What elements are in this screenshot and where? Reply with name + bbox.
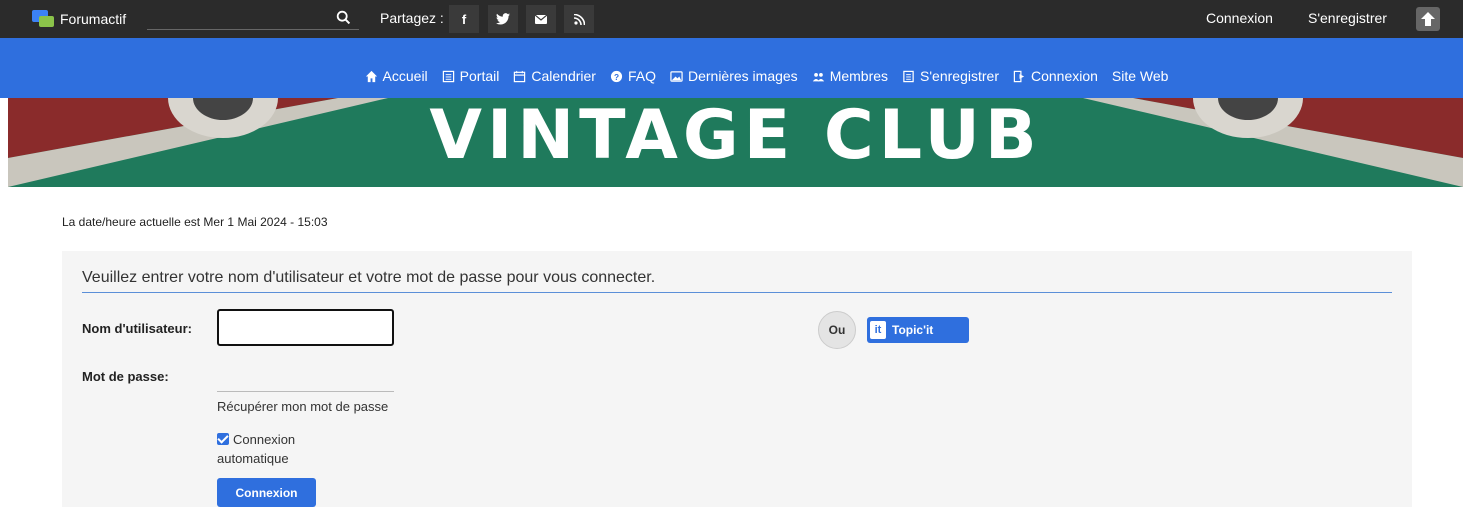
help-icon: ?	[610, 70, 623, 82]
nav-item-dernieres-images[interactable]: Dernières images	[670, 68, 798, 84]
login-panel: Veuillez entrer votre nom d'utilisateur …	[62, 251, 1412, 507]
forumactif-logo-icon	[32, 10, 54, 28]
nav-item-label: Accueil	[382, 68, 428, 84]
svg-text:?: ?	[614, 71, 619, 81]
password-field[interactable]	[217, 372, 394, 392]
nav-item-label: Portail	[459, 68, 500, 84]
header-banner: VINTAGE CLUB	[8, 98, 1463, 187]
nav-item-faq[interactable]: ? FAQ	[610, 68, 656, 84]
nav-item-label: Site Web	[1111, 68, 1169, 84]
nav-item-senregistrer[interactable]: S'enregistrer	[902, 68, 999, 84]
nav-item-calendrier[interactable]: Calendrier	[513, 68, 596, 84]
email-share-button[interactable]	[526, 5, 556, 33]
twitter-icon	[496, 13, 510, 25]
username-label: Nom d'utilisateur:	[82, 321, 192, 336]
recover-password-link[interactable]: Récupérer mon mot de passe	[217, 399, 388, 414]
main-nav: Accueil Portail Calendrier ? FAQ Dernièr…	[0, 66, 1463, 86]
register-link[interactable]: S'enregistrer	[1308, 10, 1387, 26]
nav-item-accueil[interactable]: Accueil	[365, 68, 428, 84]
mail-icon	[535, 14, 547, 24]
rss-icon	[573, 13, 585, 25]
members-icon	[812, 72, 824, 81]
arrow-up-icon	[1421, 12, 1435, 26]
rss-share-button[interactable]	[564, 5, 594, 33]
nav-item-site-web[interactable]: Site Web	[1112, 68, 1169, 84]
facebook-icon: f	[461, 11, 467, 27]
password-label: Mot de passe:	[82, 369, 169, 384]
nav-item-label: Membres	[829, 68, 889, 84]
auto-login-option[interactable]: Connexion automatique	[217, 430, 317, 468]
brand-name: Forumactif	[60, 11, 127, 27]
nav-item-membres[interactable]: Membres	[812, 68, 888, 84]
nav-item-label: S'enregistrer	[920, 68, 999, 84]
brand[interactable]: Forumactif	[32, 10, 126, 28]
nav-bar: Accueil Portail Calendrier ? FAQ Dernièr…	[0, 38, 1463, 98]
or-separator: Ou	[818, 311, 856, 349]
topicit-logo-icon: it	[870, 321, 886, 339]
nav-item-label: Connexion	[1030, 68, 1098, 84]
search-icon[interactable]	[335, 9, 353, 27]
nav-item-label: Calendrier	[531, 68, 596, 84]
twitter-share-button[interactable]	[488, 5, 518, 33]
username-field[interactable]	[217, 309, 394, 346]
banner-title: VINTAGE CLUB	[429, 98, 1042, 175]
auto-login-checkbox[interactable]	[217, 433, 229, 445]
nav-item-connexion[interactable]: Connexion	[1013, 68, 1098, 84]
facebook-share-button[interactable]: f	[449, 5, 479, 33]
register-icon	[903, 70, 914, 82]
search-input[interactable]	[147, 8, 359, 30]
topicit-login-button[interactable]: it Topic'it	[867, 317, 969, 343]
images-icon	[670, 70, 683, 82]
nav-item-label: FAQ	[627, 68, 656, 84]
topicit-label: Topic'it	[892, 323, 934, 337]
nav-item-label: Dernières images	[687, 68, 798, 84]
login-link[interactable]: Connexion	[1206, 10, 1273, 26]
home-icon	[365, 70, 377, 82]
login-heading: Veuillez entrer votre nom d'utilisateur …	[82, 269, 1392, 293]
login-icon	[1013, 70, 1025, 82]
nav-item-portail[interactable]: Portail	[442, 68, 500, 84]
scroll-top-button[interactable]	[1416, 7, 1440, 31]
login-submit-button[interactable]: Connexion	[217, 478, 316, 507]
calendar-icon	[514, 70, 526, 82]
current-datetime: La date/heure actuelle est Mer 1 Mai 202…	[62, 215, 328, 229]
portal-icon	[442, 70, 454, 82]
top-bar: Forumactif Partagez : f Connexion S'enre…	[0, 0, 1463, 38]
share-label: Partagez :	[380, 10, 444, 26]
